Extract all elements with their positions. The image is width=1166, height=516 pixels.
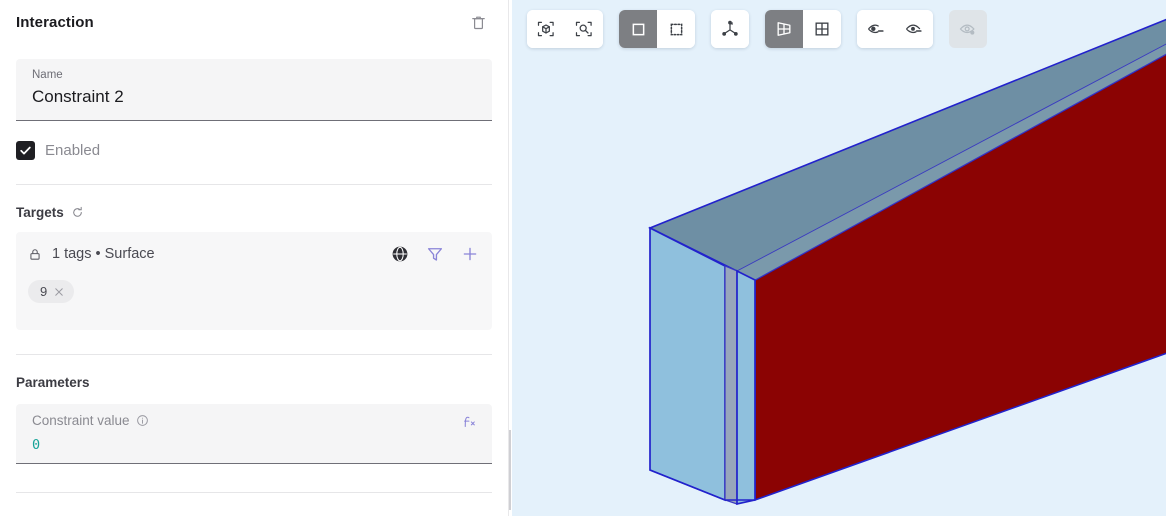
- enabled-checkbox[interactable]: [16, 141, 35, 160]
- targets-summary-text: 1 tags • Surface: [52, 246, 155, 262]
- toolbar-group-view: [765, 10, 841, 48]
- close-icon[interactable]: [53, 286, 65, 298]
- filter-icon[interactable]: [425, 244, 445, 264]
- zoom-to-selection-button[interactable]: [565, 10, 603, 48]
- targets-card: 1 tags • Surface 9: [16, 232, 492, 330]
- eye-gear-icon: [958, 19, 978, 39]
- eye-dot-icon: [904, 19, 924, 39]
- delete-interaction-button[interactable]: [464, 8, 492, 36]
- targets-actions: [390, 244, 480, 264]
- cube-fit-icon: [536, 19, 556, 39]
- targets-summary-left: 1 tags • Surface: [28, 246, 155, 262]
- trash-icon: [470, 14, 487, 31]
- plus-icon[interactable]: [460, 244, 480, 264]
- name-field-label: Name: [32, 69, 63, 81]
- grid-quad-icon: [812, 19, 832, 39]
- targets-summary-row: 1 tags • Surface: [28, 244, 480, 264]
- fit-to-view-button[interactable]: [527, 10, 565, 48]
- constraint-value-left: Constraint value 0: [32, 413, 150, 453]
- 3d-model-beam: [648, 18, 1166, 506]
- fx-icon[interactable]: [461, 413, 478, 430]
- axis-triad-icon: [720, 19, 740, 39]
- targets-section-header: Targets: [16, 205, 492, 220]
- app-root: Interaction Name Constraint 2 Enabled Ta…: [0, 0, 1166, 516]
- constraint-value-input[interactable]: 0: [32, 437, 150, 453]
- section-divider-3: [16, 492, 492, 493]
- section-divider-1: [16, 184, 492, 185]
- select-box-button[interactable]: [657, 10, 695, 48]
- show-geometry-button[interactable]: [895, 10, 933, 48]
- globe-icon[interactable]: [390, 244, 410, 264]
- targets-section-title: Targets: [16, 205, 64, 220]
- constraint-value-field[interactable]: Constraint value 0: [16, 404, 492, 464]
- viewport-toolbar: [527, 10, 987, 48]
- constraint-value-label-row: Constraint value: [32, 413, 150, 428]
- show-overlay-button: [949, 10, 987, 48]
- lock-icon[interactable]: [28, 247, 42, 261]
- target-tag-chip[interactable]: 9: [28, 280, 75, 303]
- perspective-view-button[interactable]: [765, 10, 803, 48]
- parameters-section-title: Parameters: [16, 375, 90, 390]
- show-mesh-button[interactable]: [857, 10, 895, 48]
- toolbar-group-axis: [711, 10, 749, 48]
- panel-header: Interaction: [0, 0, 508, 44]
- constraint-value-label: Constraint value: [32, 413, 130, 428]
- square-solid-icon: [629, 20, 648, 39]
- info-icon[interactable]: [136, 414, 150, 428]
- eye-minus-icon: [866, 19, 886, 39]
- enabled-checkbox-row[interactable]: Enabled: [16, 141, 492, 160]
- toolbar-group-overlay: [949, 10, 987, 48]
- magnifier-fit-icon: [574, 19, 594, 39]
- 3d-viewport[interactable]: [512, 0, 1166, 516]
- toolbar-group-visibility: [857, 10, 933, 48]
- perspective-icon: [774, 19, 794, 39]
- select-solid-button[interactable]: [619, 10, 657, 48]
- interaction-panel: Interaction Name Constraint 2 Enabled Ta…: [0, 0, 508, 516]
- name-field[interactable]: Name Constraint 2: [16, 59, 492, 121]
- square-dashed-icon: [667, 20, 686, 39]
- section-divider-2: [16, 354, 492, 355]
- enabled-label: Enabled: [45, 142, 101, 159]
- toolbar-group-select: [619, 10, 695, 48]
- parameters-section-header: Parameters: [16, 375, 492, 390]
- refresh-icon[interactable]: [71, 206, 85, 220]
- name-field-value[interactable]: Constraint 2: [32, 84, 476, 110]
- target-tag-label: 9: [40, 284, 48, 299]
- page-title: Interaction: [16, 13, 94, 31]
- toolbar-group-fit: [527, 10, 603, 48]
- orthographic-view-button[interactable]: [803, 10, 841, 48]
- axis-triad-button[interactable]: [711, 10, 749, 48]
